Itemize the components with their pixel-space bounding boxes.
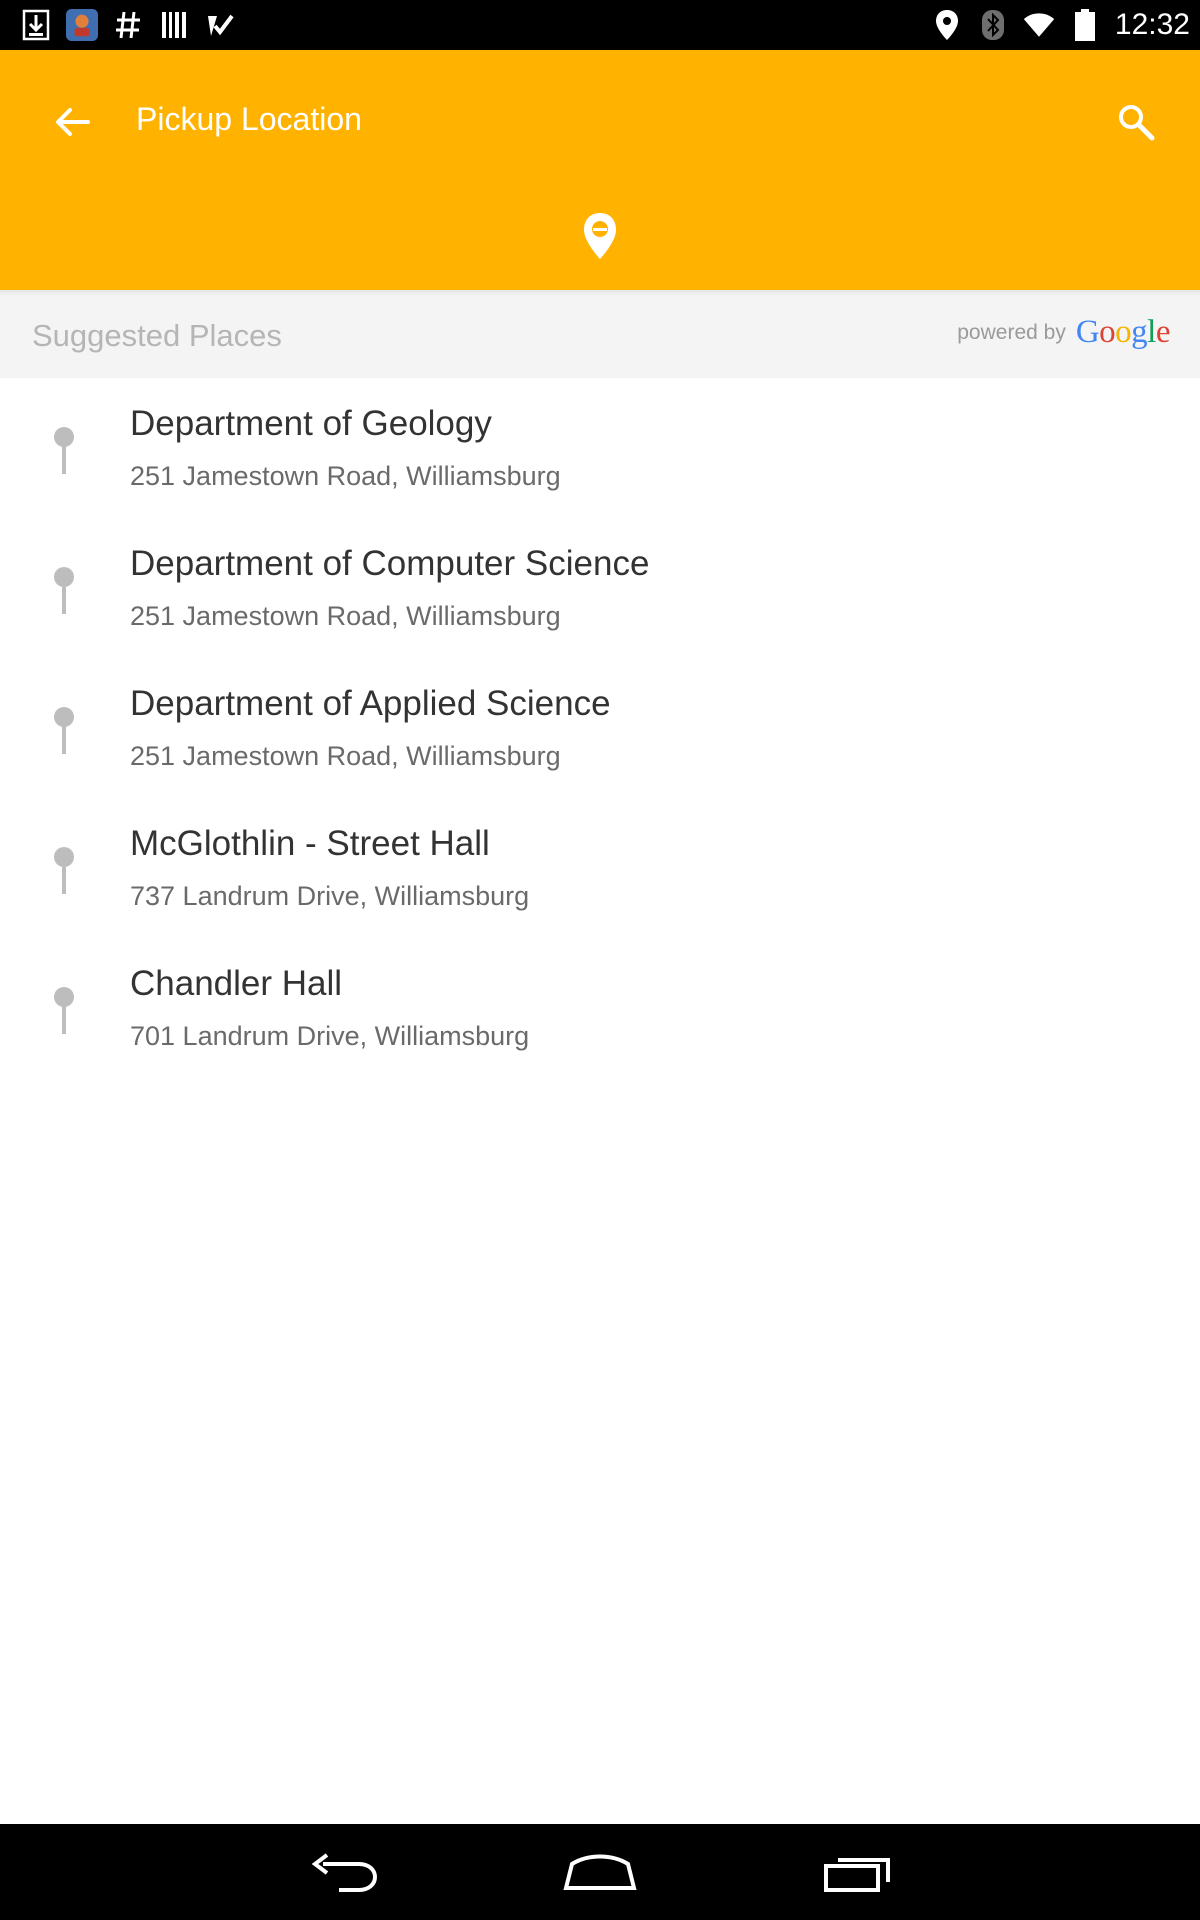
google-logo: Google bbox=[1075, 314, 1171, 351]
place-address: 251 Jamestown Road, Williamsburg bbox=[130, 461, 561, 491]
place-name: Department of Applied Science bbox=[130, 684, 611, 723]
hashtag-icon bbox=[112, 9, 144, 41]
place-name: McGlothlin - Street Hall bbox=[130, 824, 490, 863]
place-pin-icon bbox=[54, 427, 74, 474]
nav-home-button[interactable] bbox=[555, 1842, 645, 1902]
back-button[interactable] bbox=[40, 90, 104, 154]
nav-home-icon bbox=[563, 1854, 637, 1890]
barcode-icon bbox=[158, 9, 190, 41]
system-icons: 12:32 bbox=[931, 0, 1190, 50]
page-title: Pickup Location bbox=[136, 101, 362, 137]
download-icon bbox=[20, 9, 52, 41]
clock: 12:32 bbox=[1114, 8, 1190, 41]
google-letter: o bbox=[1115, 314, 1132, 350]
place-name: Chandler Hall bbox=[130, 964, 343, 1003]
place-item[interactable]: Department of Geology 251 Jamestown Road… bbox=[0, 378, 1200, 518]
place-pin-icon bbox=[54, 987, 74, 1034]
place-item[interactable]: Department of Applied Science 251 Jamest… bbox=[0, 658, 1200, 798]
google-letter: e bbox=[1155, 314, 1171, 350]
place-address: 251 Jamestown Road, Williamsburg bbox=[130, 601, 561, 631]
suggested-title: Suggested Places bbox=[32, 318, 282, 353]
location-pin-icon bbox=[584, 213, 616, 259]
app-bar: Pickup Location bbox=[0, 50, 1200, 290]
place-item[interactable]: Department of Computer Science 251 James… bbox=[0, 518, 1200, 658]
arrow-back-icon bbox=[56, 108, 90, 136]
place-name: Department of Computer Science bbox=[130, 544, 650, 583]
place-pin-icon bbox=[54, 567, 74, 614]
nav-recents-button[interactable] bbox=[813, 1842, 903, 1902]
suggested-header: Suggested Places powered by Google bbox=[0, 296, 1200, 378]
google-letter: o bbox=[1099, 314, 1116, 350]
status-bar: 12:32 bbox=[0, 0, 1200, 50]
wifi-icon bbox=[1023, 9, 1055, 41]
place-name: Department of Geology bbox=[130, 404, 492, 443]
nav-back-icon bbox=[311, 1853, 378, 1892]
nav-recents-icon bbox=[824, 1858, 890, 1892]
task-check-icon bbox=[204, 9, 236, 41]
place-pin-icon bbox=[54, 707, 74, 754]
place-item[interactable]: Chandler Hall 701 Landrum Drive, William… bbox=[0, 938, 1200, 1078]
google-letter: G bbox=[1075, 314, 1100, 350]
powered-by-google: powered by Google bbox=[957, 314, 1170, 351]
google-letter: g bbox=[1131, 314, 1148, 350]
place-pin-icon bbox=[54, 847, 74, 894]
notification-icons bbox=[20, 0, 236, 50]
places-list: Department of Geology 251 Jamestown Road… bbox=[0, 378, 1200, 1078]
bluetooth-icon bbox=[977, 9, 1009, 41]
search-button[interactable] bbox=[1104, 90, 1168, 154]
search-icon bbox=[1119, 105, 1155, 141]
navigation-bar bbox=[0, 1824, 1200, 1920]
place-address: 737 Landrum Drive, Williamsburg bbox=[130, 881, 530, 911]
google-letter: l bbox=[1147, 314, 1156, 350]
place-item[interactable]: McGlothlin - Street Hall 737 Landrum Dri… bbox=[0, 798, 1200, 938]
powered-by-label: powered by bbox=[957, 320, 1066, 344]
battery-icon bbox=[1069, 9, 1101, 41]
location-icon bbox=[931, 9, 963, 41]
place-address: 701 Landrum Drive, Williamsburg bbox=[130, 1021, 530, 1051]
nav-back-button[interactable] bbox=[299, 1842, 389, 1902]
place-address: 251 Jamestown Road, Williamsburg bbox=[130, 741, 561, 771]
location-tab[interactable] bbox=[570, 206, 630, 266]
app-notification-icon bbox=[66, 9, 98, 41]
